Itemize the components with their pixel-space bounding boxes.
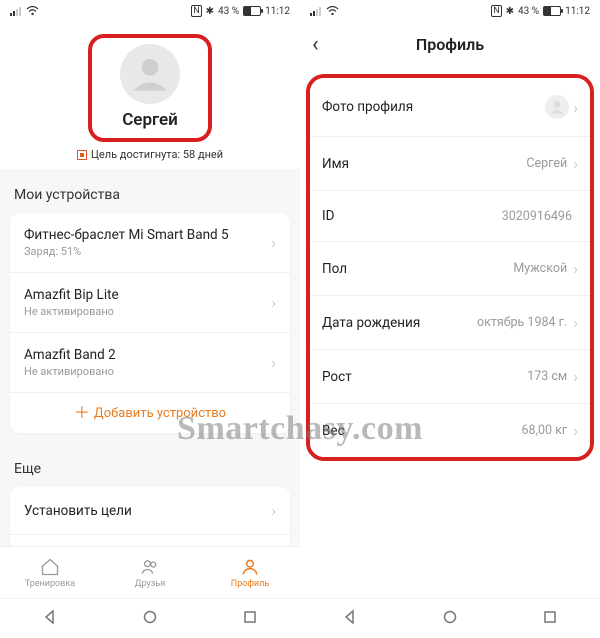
battery-icon — [243, 6, 261, 16]
profile-photo-row[interactable]: Фото профиля › — [310, 78, 590, 137]
plus-icon: ＋ — [74, 405, 90, 421]
device-sub: Не активировано — [24, 365, 271, 378]
chevron-right-icon: › — [271, 293, 276, 312]
more-row-goals[interactable]: Установить цели › — [10, 487, 290, 535]
more-row-friends[interactable]: Друзья › — [10, 535, 290, 546]
android-nav — [300, 598, 600, 638]
chevron-right-icon: › — [573, 98, 578, 117]
tab-profile[interactable]: Профиль — [200, 547, 300, 598]
more-title: Установить цели — [24, 503, 271, 519]
nav-back-icon[interactable] — [342, 609, 358, 629]
nav-recent-icon[interactable] — [542, 609, 558, 629]
row-value: октябрь 1984 г. — [477, 315, 567, 330]
profile-name-row[interactable]: Имя Сергей › — [310, 137, 590, 191]
signal-icon — [10, 6, 22, 16]
chevron-right-icon: › — [573, 367, 578, 386]
row-label: Дата рождения — [322, 315, 477, 331]
goal-row: Цель достигнута: 58 дней — [0, 148, 300, 161]
tab-label: Друзья — [135, 579, 165, 589]
bluetooth-icon: ✱ — [506, 6, 514, 17]
page-header: ‹ Профиль — [300, 22, 600, 66]
battery-pct: 43 % — [218, 6, 239, 17]
chevron-right-icon: › — [573, 421, 578, 440]
row-value: 173 см — [527, 369, 567, 384]
goal-icon — [77, 150, 87, 160]
clock: 11:12 — [265, 6, 290, 17]
profile-header: Сергей Цель достигнута: 58 дней — [0, 22, 300, 169]
chevron-right-icon: › — [573, 259, 578, 278]
back-button[interactable]: ‹ — [312, 32, 319, 57]
profile-gender-row[interactable]: Пол Мужской › — [310, 242, 590, 296]
chevron-right-icon: › — [271, 501, 276, 520]
highlight-box-profile: Сергей — [88, 34, 212, 142]
add-device-button[interactable]: ＋ Добавить устройство — [10, 393, 290, 433]
android-nav — [0, 598, 300, 638]
signal-icon — [310, 6, 322, 16]
bluetooth-icon: ✱ — [206, 6, 214, 17]
row-label: Рост — [322, 369, 527, 385]
clock: 11:12 — [565, 6, 590, 17]
nav-home-icon[interactable] — [442, 609, 458, 629]
status-bar: N ✱ 43 % 11:12 — [300, 0, 600, 22]
goal-text: Цель достигнута: 58 дней — [91, 148, 223, 161]
chevron-right-icon: › — [573, 313, 578, 332]
row-label: Вес — [322, 423, 522, 439]
nav-back-icon[interactable] — [42, 609, 58, 629]
device-title: Фитнес-браслет Mi Smart Band 5 — [24, 227, 271, 243]
device-row[interactable]: Фитнес-браслет Mi Smart Band 5 Заряд: 51… — [10, 213, 290, 273]
nav-recent-icon[interactable] — [242, 609, 258, 629]
device-sub: Не активировано — [24, 305, 271, 318]
page-title: Профиль — [300, 35, 600, 54]
device-row[interactable]: Amazfit Bip Lite Не активировано › — [10, 273, 290, 333]
devices-header: Мои устройства — [0, 169, 300, 213]
left-screen: N ✱ 43 % 11:12 Сергей Цель достигнута: 5… — [0, 0, 300, 638]
row-label: Пол — [322, 261, 513, 277]
tab-label: Профиль — [231, 579, 269, 589]
tab-label: Тренировка — [25, 579, 75, 589]
device-title: Amazfit Band 2 — [24, 347, 271, 363]
more-card: Установить цели › Друзья › › — [10, 487, 290, 546]
profile-weight-row[interactable]: Вес 68,00 кг › — [310, 404, 590, 457]
highlight-box-profile-details: Фото профиля › Имя Сергей › ID 302091649… — [306, 74, 594, 461]
row-value: 68,00 кг — [522, 423, 568, 438]
battery-pct: 43 % — [518, 6, 539, 17]
add-device-label: Добавить устройство — [94, 406, 226, 421]
row-label: Фото профиля — [322, 99, 545, 115]
chevron-right-icon: › — [271, 353, 276, 372]
profile-height-row[interactable]: Рост 173 см › — [310, 350, 590, 404]
username: Сергей — [120, 110, 180, 130]
device-sub: Заряд: 51% — [24, 245, 271, 258]
chevron-right-icon: › — [271, 233, 276, 252]
row-value: Мужской — [513, 261, 567, 276]
avatar[interactable] — [120, 44, 180, 104]
wifi-icon — [26, 6, 39, 16]
more-header: Еще — [0, 443, 300, 487]
device-row[interactable]: Amazfit Band 2 Не активировано › — [10, 333, 290, 393]
row-value: 3020916496 — [502, 209, 572, 224]
status-bar: N ✱ 43 % 11:12 — [0, 0, 300, 22]
profile-dob-row[interactable]: Дата рождения октябрь 1984 г. › — [310, 296, 590, 350]
tab-workout[interactable]: Тренировка — [0, 547, 100, 598]
tab-friends[interactable]: Друзья — [100, 547, 200, 598]
row-value: Сергей — [526, 156, 567, 171]
nav-home-icon[interactable] — [142, 609, 158, 629]
tab-bar: Тренировка Друзья Профиль — [0, 546, 300, 598]
nfc-icon: N — [191, 5, 201, 17]
row-label: Имя — [322, 156, 526, 172]
nfc-icon: N — [491, 5, 501, 17]
avatar-thumb — [545, 95, 569, 119]
battery-icon — [543, 6, 561, 16]
device-title: Amazfit Bip Lite — [24, 287, 271, 303]
wifi-icon — [326, 6, 339, 16]
row-label: ID — [322, 208, 502, 224]
devices-card: Фитнес-браслет Mi Smart Band 5 Заряд: 51… — [10, 213, 290, 433]
chevron-right-icon: › — [573, 154, 578, 173]
profile-id-row: ID 3020916496 — [310, 191, 590, 242]
right-screen: N ✱ 43 % 11:12 ‹ Профиль Фото профиля › … — [300, 0, 600, 638]
